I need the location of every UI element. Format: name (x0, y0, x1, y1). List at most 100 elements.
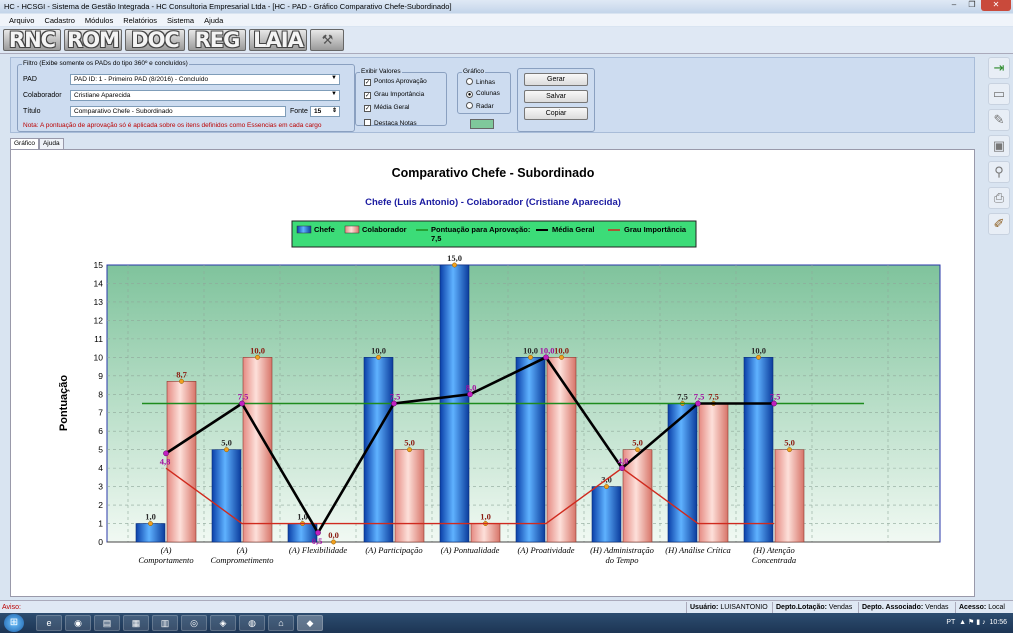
data-label-media: 4,8 (160, 456, 171, 466)
x-tick-label: (A) Proatividade (517, 545, 574, 555)
spinner-icon: ⇕ (331, 108, 337, 114)
bar-marker-chefe (604, 484, 609, 490)
copiar-button[interactable]: Copiar (524, 107, 588, 120)
bar-marker-chefe (224, 447, 229, 453)
data-label-media: 7,5 (694, 392, 705, 402)
taskbar-app2-icon[interactable]: ▥ (152, 615, 178, 631)
gerar-button[interactable]: Gerar (524, 73, 588, 86)
menu-relatorios[interactable]: Relatórios (118, 14, 162, 26)
module-rom-button[interactable]: ROM (64, 29, 122, 51)
y-tick-label: 4 (98, 463, 103, 473)
titulo-input[interactable]: Comparativo Chefe - Subordinado (70, 106, 286, 117)
menu-modulos[interactable]: Módulos (80, 14, 118, 26)
status-bar: Aviso: Usuário: LUISANTONIO Depto.Lotaçã… (0, 600, 1013, 613)
y-tick-label: 1 (98, 519, 103, 529)
data-label-colaborador: 5,0 (632, 438, 643, 448)
edit-icon[interactable]: ✎ (988, 109, 1010, 131)
pad-select[interactable]: PAD ID: 1 - Primeiro PAD (8/2016) - Conc… (70, 74, 340, 85)
x-tick-label: (H) Administração (590, 545, 654, 555)
menu-arquivo[interactable]: Arquivo (4, 14, 39, 26)
radar-radio[interactable]: Radar (466, 102, 494, 110)
taskbar-ie-icon[interactable]: e (36, 615, 62, 631)
bar-chefe (135, 523, 166, 543)
tab-grafico[interactable]: Gráfico (10, 138, 39, 149)
maximize-icon[interactable]: ❐ (963, 0, 981, 11)
bar-chefe (211, 449, 242, 543)
print-icon[interactable]: ⎙ (988, 187, 1010, 209)
x-tick-label: (H) Análise Crítica (665, 545, 730, 555)
bar-colaborador (698, 403, 729, 543)
system-tray: PT ▲ ⚑ ▮ ♪ 10:56 (946, 619, 1007, 626)
linhas-radio[interactable]: Linhas (466, 78, 495, 86)
save-icon[interactable]: ▣ (988, 135, 1010, 157)
data-label-colaborador: 5,0 (404, 438, 415, 448)
color-swatch[interactable] (470, 119, 494, 129)
y-tick-label: 7 (98, 408, 103, 418)
acesso-cell: Acesso: Local (955, 602, 1008, 613)
data-label-media: 7,5 (390, 392, 401, 402)
filter-panel: Filtro (Exibe somente os PADs do tipo 36… (10, 57, 975, 133)
x-tick-label: (A) Pontualidade (441, 545, 500, 555)
bar-marker-chefe (376, 354, 381, 360)
bar-marker-colaborador (407, 447, 412, 453)
pontos-aprovacao-checkbox[interactable]: ✓ Pontos Aprovação (364, 78, 427, 86)
y-tick-label: 8 (98, 389, 103, 399)
grau-importancia-checkbox[interactable]: ✓ Grau Importância (364, 91, 424, 99)
taskbar-hcsgi-icon[interactable]: ◆ (297, 615, 323, 631)
brush-icon[interactable]: ✐ (988, 213, 1010, 235)
data-label-media: 10,0 (540, 345, 555, 355)
pad-value: PAD ID: 1 - Primeiro PAD (8/2016) - Conc… (74, 76, 209, 83)
minimize-icon[interactable]: – (945, 0, 963, 11)
clock: 10:56 (989, 619, 1007, 626)
start-button-icon[interactable]: ⊞ (4, 614, 24, 632)
usuario-cell: Usuário: LUISANTONIO (686, 602, 771, 613)
x-tick-label: Concentrada (752, 555, 796, 565)
module-doc-button[interactable]: DOC (125, 29, 185, 51)
y-tick-label: 2 (98, 500, 103, 510)
tools-icon[interactable]: ⚒ (310, 29, 344, 51)
bar-colaborador (546, 357, 577, 543)
chart-title: Comparativo Chefe - Subordinado (392, 166, 595, 180)
title-bar: HC - HCSGI - Sistema de Gestão Integrada… (0, 0, 1013, 13)
exit-icon[interactable]: ⇥ (988, 57, 1010, 79)
bar-colaborador (774, 449, 805, 543)
y-tick-label: 11 (94, 334, 103, 344)
colunas-radio[interactable]: ● Colunas (466, 90, 500, 98)
grafico-group: Gráfico Linhas ● Colunas Radar (457, 68, 511, 114)
menu-sistema[interactable]: Sistema (162, 14, 199, 26)
close-icon[interactable]: ✕ (981, 0, 1011, 11)
menu-bar: Arquivo Cadastro Módulos Relatórios Sist… (0, 14, 1013, 26)
taskbar-app5-icon[interactable]: ⌂ (268, 615, 294, 631)
bar-marker-colaborador (635, 447, 640, 453)
media-geral-point (543, 354, 549, 361)
x-tick-label: (A) (237, 545, 248, 555)
search-icon[interactable]: ⚲ (988, 161, 1010, 183)
taskbar-folder-icon[interactable]: ▤ (94, 615, 120, 631)
y-tick-label: 3 (98, 482, 103, 492)
menu-ajuda[interactable]: Ajuda (199, 14, 228, 26)
taskbar-firefox-icon[interactable]: ◉ (65, 615, 91, 631)
taskbar-chrome-icon[interactable]: ◎ (181, 615, 207, 631)
colaborador-select[interactable]: Cristiane Aparecida ▼ (70, 90, 340, 101)
menu-cadastro[interactable]: Cadastro (39, 14, 79, 26)
module-laia-button[interactable]: LAIA (249, 29, 307, 51)
bar-marker-colaborador (559, 354, 564, 360)
fonte-stepper[interactable]: 15 ⇕ (310, 106, 340, 117)
legend-swatch-colaborador (344, 225, 360, 234)
salvar-button[interactable]: Salvar (524, 90, 588, 103)
module-rnc-button[interactable]: RNC (3, 29, 61, 51)
media-geral-checkbox[interactable]: ✓ Média Geral (364, 104, 409, 112)
module-reg-button[interactable]: REG (188, 29, 246, 51)
y-tick-label: 15 (94, 260, 104, 270)
destaca-notas-checkbox[interactable]: Destaca Notas (364, 119, 417, 127)
taskbar-app3-icon[interactable]: ◈ (210, 615, 236, 631)
data-label-chefe: 10,0 (751, 345, 766, 355)
taskbar-app-icon[interactable]: ▦ (123, 615, 149, 631)
taskbar-app4-icon[interactable]: ◍ (239, 615, 265, 631)
tab-ajuda[interactable]: Ajuda (38, 138, 64, 149)
fonte-value: 15 (314, 108, 322, 115)
data-label-media: 7,5 (770, 392, 781, 402)
y-tick-label: 9 (98, 371, 103, 381)
taskbar: ⊞ e ◉ ▤ ▦ ▥ ◎ ◈ ◍ ⌂ ◆ PT ▲ ⚑ ▮ ♪ 10:56 (0, 613, 1013, 633)
new-document-icon[interactable]: ▭ (988, 83, 1010, 105)
